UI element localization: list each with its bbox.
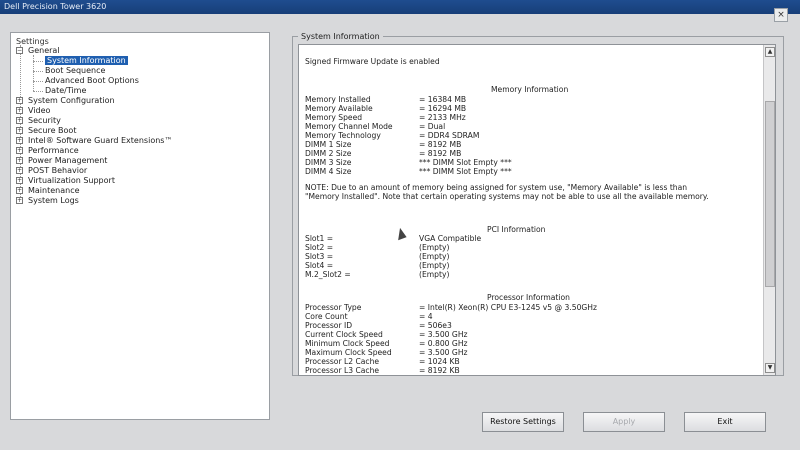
memory-row-key: DIMM 3 Size [305,158,352,167]
tree-item-system-information[interactable]: System Information [45,56,128,66]
memory-row-key: Memory Channel Mode [305,122,393,131]
tree-item-general[interactable]: − General [16,46,60,56]
pci-row-value: VGA Compatible [419,234,482,243]
memory-row-key: DIMM 4 Size [305,167,352,176]
memory-row-key: Memory Technology [305,131,381,140]
vertical-scrollbar[interactable]: ▲ ▼ [763,45,775,375]
pci-row-key: Slot3 = [305,252,334,261]
processor-row-value: = 506e3 [419,321,452,330]
apply-button[interactable]: Apply [583,412,665,432]
tree-item-system-logs[interactable]: + System Logs [16,196,79,206]
tree-item-date-time[interactable]: Date/Time [45,86,86,96]
window-title: Dell Precision Tower 3620 [4,2,107,11]
tree-item-performance[interactable]: + Performance [16,146,79,156]
expand-icon[interactable]: + [16,197,23,204]
memory-row-key: DIMM 1 Size [305,140,352,149]
memory-row-value: = 8192 MB [419,149,462,158]
memory-row-key: Memory Available [305,104,373,113]
expand-icon[interactable]: + [16,127,23,134]
group-title: System Information [298,32,383,41]
expand-icon[interactable]: + [16,147,23,154]
processor-row-key: Processor L2 Cache [305,357,380,366]
expand-icon[interactable]: + [16,97,23,104]
close-button[interactable]: × [774,8,788,22]
tree-item-advanced-boot-options[interactable]: Advanced Boot Options [45,76,139,86]
tree-item-video[interactable]: + Video [16,106,50,116]
tree-item-virtualization-support[interactable]: + Virtualization Support [16,176,115,186]
processor-row-value: = 0.800 GHz [419,339,468,348]
tree-item-system-configuration[interactable]: + System Configuration [16,96,115,106]
pci-row-key: M.2_Slot2 = [305,270,351,279]
memory-row-value: *** DIMM Slot Empty *** [419,167,512,176]
firmware-status: Signed Firmware Update is enabled [305,57,440,66]
processor-row-value: = Intel(R) Xeon(R) CPU E3-1245 v5 @ 3.50… [419,303,598,312]
processor-row-key: Minimum Clock Speed [305,339,390,348]
pci-row-key: Slot1 = [305,234,334,243]
memory-row-value: = 2133 MHz [419,113,466,122]
processor-row-key: Core Count [305,312,348,321]
processor-row-key: Current Clock Speed [305,330,383,339]
expand-icon[interactable]: + [16,157,23,164]
processor-row-value: = 1024 KB [419,357,460,366]
expand-icon[interactable]: + [16,117,23,124]
processor-row-value: = 4 [419,312,433,321]
memory-note: NOTE: Due to an amount of memory being a… [305,183,709,201]
tree-item-security[interactable]: + Security [16,116,61,126]
memory-row-key: Memory Speed [305,113,363,122]
collapse-icon[interactable]: − [16,47,23,54]
expand-icon[interactable]: + [16,107,23,114]
tree-item-maintenance[interactable]: + Maintenance [16,186,80,196]
tree-item-boot-sequence[interactable]: Boot Sequence [45,66,105,76]
processor-row-key: Processor ID [305,321,353,330]
close-icon: × [777,10,785,20]
title-bar: Dell Precision Tower 3620 [0,0,800,14]
memory-row-value: *** DIMM Slot Empty *** [419,158,512,167]
pci-heading: PCI Information [487,225,546,234]
pci-row-value: (Empty) [419,261,450,270]
system-information-box: Signed Firmware Update is enabled Memory… [298,44,776,376]
expand-icon[interactable]: + [16,137,23,144]
memory-row-value: = 16294 MB [419,104,467,113]
tree-item-secure-boot[interactable]: + Secure Boot [16,126,76,136]
pci-row-key: Slot2 = [305,243,334,252]
memory-heading: Memory Information [491,85,569,94]
pci-row-value: (Empty) [419,252,450,261]
pci-row-key: Slot4 = [305,261,334,270]
memory-row-key: Memory Installed [305,95,371,104]
processor-row-value: = 3.500 GHz [419,348,468,357]
tree-item-intel-sgx[interactable]: + Intel® Software Guard Extensions™ [16,136,172,146]
processor-heading: Processor Information [487,293,570,302]
settings-tree: Settings − General System Information Boo… [10,32,270,420]
expand-icon[interactable]: + [16,187,23,194]
processor-row-key: Processor L3 Cache [305,366,380,375]
tree-item-power-management[interactable]: + Power Management [16,156,107,166]
exit-button[interactable]: Exit [684,412,766,432]
memory-row-value: = 16384 MB [419,95,467,104]
processor-row-value: = 3.500 GHz [419,330,468,339]
memory-row-value: = Dual [419,122,446,131]
restore-settings-button[interactable]: Restore Settings [482,412,564,432]
bios-screen: Dell Precision Tower 3620 × Settings − Ge… [0,0,800,450]
expand-icon[interactable]: + [16,177,23,184]
scroll-thumb[interactable] [765,101,775,287]
memory-row-value: = DDR4 SDRAM [419,131,480,140]
pci-row-value: (Empty) [419,243,450,252]
tree-item-post-behavior[interactable]: + POST Behavior [16,166,87,176]
processor-row-key: Processor Type [305,303,362,312]
scroll-up-icon[interactable]: ▲ [765,47,775,57]
processor-row-value: = 8192 KB [419,366,460,375]
processor-row-key: Maximum Clock Speed [305,348,392,357]
memory-row-value: = 8192 MB [419,140,462,149]
pci-row-value: (Empty) [419,270,450,279]
expand-icon[interactable]: + [16,167,23,174]
memory-row-key: DIMM 2 Size [305,149,352,158]
scroll-down-icon[interactable]: ▼ [765,363,775,373]
